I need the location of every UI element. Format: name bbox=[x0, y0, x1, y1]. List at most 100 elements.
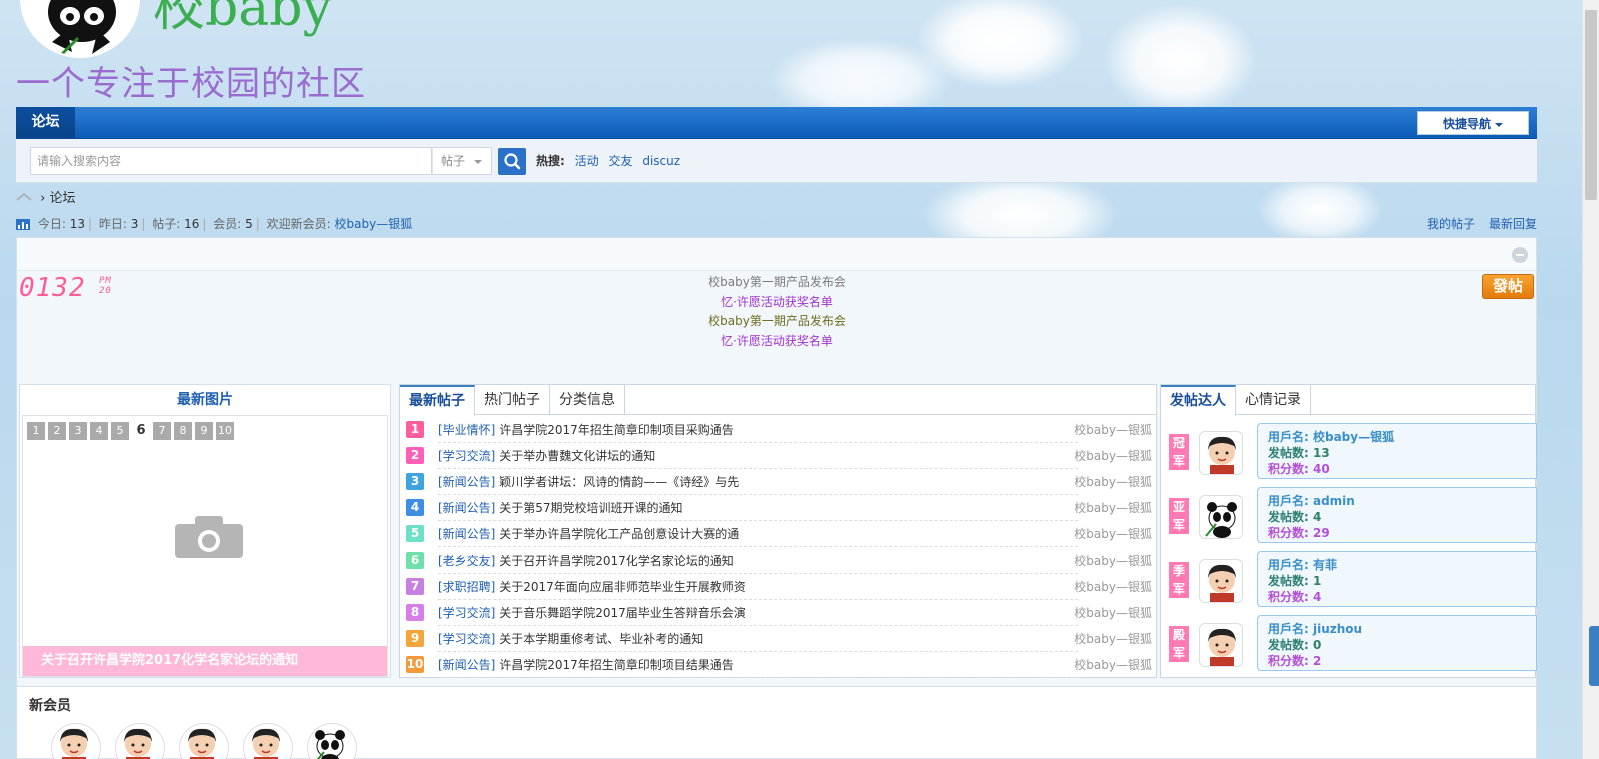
caret-down-icon bbox=[474, 160, 482, 164]
search-type-select[interactable]: 帖子 bbox=[432, 147, 492, 175]
slide-page-10[interactable]: 10 bbox=[216, 422, 234, 440]
new-member-avatar[interactable] bbox=[51, 723, 101, 759]
post-row[interactable]: 1 [毕业情怀] 许昌学院2017年招生简章印制项目采购通告 校baby—银狐 bbox=[400, 418, 1156, 444]
post-title-link[interactable]: 颖川学者讲坛：风诗的情韵——《诗经》与先 bbox=[495, 475, 739, 489]
poster-post-count-label: 发帖数: bbox=[1268, 574, 1309, 588]
post-category-link[interactable]: [新闻公告] bbox=[438, 658, 495, 672]
ticker-item[interactable]: 校baby第一期产品发布会 bbox=[577, 273, 977, 293]
avatar[interactable] bbox=[1199, 431, 1243, 475]
side-feedback-tab[interactable] bbox=[1589, 626, 1599, 686]
search-input[interactable]: 请输入搜索内容 bbox=[30, 147, 432, 175]
post-category-link[interactable]: [老乡交友] bbox=[438, 554, 495, 568]
post-title-link[interactable]: 关于2017年面向应届非师范毕业生开展教师资 bbox=[495, 580, 746, 594]
logo-panda-icon[interactable] bbox=[20, 0, 140, 58]
post-row[interactable]: 4 [新闻公告] 关于第57期党校培训班开课的通知 校baby—银狐 bbox=[400, 496, 1156, 522]
post-category-link[interactable]: [新闻公告] bbox=[438, 501, 495, 515]
post-category-link[interactable]: [学习交流] bbox=[438, 632, 495, 646]
post-title-link[interactable]: 关于本学期重修考试、毕业补考的通知 bbox=[495, 632, 703, 646]
post-title-link[interactable]: 关于举办许昌学院化工产品创意设计大赛的通 bbox=[495, 527, 739, 541]
post-row[interactable]: 3 [新闻公告] 颖川学者讲坛：风诗的情韵——《诗经》与先 校baby—银狐 bbox=[400, 470, 1156, 496]
hot-tag-friends[interactable]: 交友 bbox=[608, 154, 632, 168]
poster-score: 29 bbox=[1308, 526, 1330, 540]
new-member-avatar[interactable] bbox=[307, 723, 357, 759]
breadcrumb-current[interactable]: 论坛 bbox=[49, 191, 75, 206]
post-author-link[interactable]: 校baby—银狐 bbox=[1074, 601, 1152, 626]
post-row[interactable]: 2 [学习交流] 关于举办曹魏文化讲坛的通知 校baby—银狐 bbox=[400, 444, 1156, 470]
post-author-link[interactable]: 校baby—银狐 bbox=[1074, 653, 1152, 678]
post-title-link[interactable]: 许昌学院2017年招生简章印制项目采购通告 bbox=[495, 423, 734, 437]
ticker-item[interactable]: 忆·许愿活动获奖名单 bbox=[577, 293, 977, 313]
post-category-link[interactable]: [学习交流] bbox=[438, 606, 495, 620]
site-slogan: 一个专注于校园的社区 bbox=[16, 64, 366, 104]
collapse-icon[interactable] bbox=[1512, 247, 1528, 263]
slide-page-4[interactable]: 4 bbox=[90, 422, 108, 440]
hot-tag-activity[interactable]: 活动 bbox=[575, 154, 599, 168]
avatar[interactable] bbox=[1199, 559, 1243, 603]
post-category-link[interactable]: [新闻公告] bbox=[438, 475, 495, 489]
slide-page-8[interactable]: 8 bbox=[174, 422, 192, 440]
newest-member-link[interactable]: 校baby—银狐 bbox=[335, 217, 413, 231]
ticker-item[interactable]: 校baby第一期产品发布会 bbox=[577, 312, 977, 332]
slide-page-5[interactable]: 5 bbox=[111, 422, 129, 440]
post-title-link[interactable]: 关于第57期党校培训班开课的通知 bbox=[495, 501, 682, 515]
post-category-link[interactable]: [毕业情怀] bbox=[438, 423, 495, 437]
poster-username[interactable]: jiuzhou bbox=[1309, 622, 1362, 636]
post-author-link[interactable]: 校baby—银狐 bbox=[1074, 444, 1152, 469]
post-author-link[interactable]: 校baby—银狐 bbox=[1074, 470, 1152, 495]
search-button[interactable] bbox=[498, 148, 526, 175]
post-author-link[interactable]: 校baby—银狐 bbox=[1074, 549, 1152, 574]
slide-page-2[interactable]: 2 bbox=[48, 422, 66, 440]
post-row[interactable]: 8 [学习交流] 关于音乐舞蹈学院2017届毕业生答辩音乐会演 校baby—银狐 bbox=[400, 601, 1156, 627]
poster-post-count-line: 发帖数: 13 bbox=[1268, 445, 1526, 461]
hot-tag-discuz[interactable]: discuz bbox=[642, 154, 680, 168]
post-category-link[interactable]: [求职招聘] bbox=[438, 580, 495, 594]
post-author-link[interactable]: 校baby—银狐 bbox=[1074, 627, 1152, 652]
tab-latest-posts[interactable]: 最新帖子 bbox=[400, 385, 475, 416]
latest-reply-link[interactable]: 最新回复 bbox=[1489, 217, 1537, 231]
nav-forum[interactable]: 论坛 bbox=[16, 107, 75, 138]
tab-top-posters[interactable]: 发帖达人 bbox=[1161, 385, 1236, 416]
avatar[interactable] bbox=[1199, 623, 1243, 667]
ticker-item[interactable]: 忆·许愿活动获奖名单 bbox=[577, 332, 977, 352]
post-row[interactable]: 5 [新闻公告] 关于举办许昌学院化工产品创意设计大赛的通 校baby—银狐 bbox=[400, 522, 1156, 548]
post-title-link[interactable]: 关于举办曹魏文化讲坛的通知 bbox=[495, 449, 655, 463]
post-title-link[interactable]: 关于召开许昌学院2017化学名家论坛的通知 bbox=[495, 554, 734, 568]
slide-page-6[interactable]: 6 bbox=[132, 422, 150, 440]
new-post-button[interactable]: 發帖 bbox=[1482, 274, 1534, 299]
post-category-link[interactable]: [学习交流] bbox=[438, 449, 495, 463]
my-posts-link[interactable]: 我的帖子 bbox=[1427, 217, 1475, 231]
post-title-link[interactable]: 关于音乐舞蹈学院2017届毕业生答辩音乐会演 bbox=[495, 606, 746, 620]
slide-page-9[interactable]: 9 bbox=[195, 422, 213, 440]
post-title-link[interactable]: 许昌学院2017年招生简章印制项目结果通告 bbox=[495, 658, 734, 672]
post-row[interactable]: 9 [学习交流] 关于本学期重修考试、毕业补考的通知 校baby—银狐 bbox=[400, 627, 1156, 653]
post-author-link[interactable]: 校baby—银狐 bbox=[1074, 522, 1152, 547]
tab-mood-records[interactable]: 心情记录 bbox=[1236, 385, 1311, 415]
new-member-avatar[interactable] bbox=[179, 723, 229, 759]
slide-page-7[interactable]: 7 bbox=[153, 422, 171, 440]
poster-username[interactable]: 有菲 bbox=[1309, 558, 1337, 572]
post-author-link[interactable]: 校baby—银狐 bbox=[1074, 575, 1152, 600]
picture-caption[interactable]: 关于召开许昌学院2017化学名家论坛的通知 bbox=[23, 646, 387, 676]
scrollbar-thumb[interactable] bbox=[1585, 10, 1597, 200]
home-icon[interactable] bbox=[16, 192, 32, 205]
post-row[interactable]: 6 [老乡交友] 关于召开许昌学院2017化学名家论坛的通知 校baby—银狐 bbox=[400, 549, 1156, 575]
post-category-link[interactable]: [新闻公告] bbox=[438, 527, 495, 541]
post-author-link[interactable]: 校baby—银狐 bbox=[1074, 496, 1152, 521]
tab-hot-posts[interactable]: 热门帖子 bbox=[475, 385, 550, 415]
new-member-avatar[interactable] bbox=[115, 723, 165, 759]
new-member-avatar[interactable] bbox=[243, 723, 293, 759]
quick-nav-button[interactable]: 快捷导航 bbox=[1417, 111, 1529, 135]
avatar[interactable] bbox=[1199, 495, 1243, 539]
picture-slideshow[interactable]: 1 2 3 4 5 6 7 8 9 10 关于召开许昌学院2017化学名家论坛的通知 bbox=[22, 415, 388, 677]
post-author-link[interactable]: 校baby—银狐 bbox=[1074, 418, 1152, 443]
poster-score: 4 bbox=[1308, 590, 1322, 604]
slide-page-3[interactable]: 3 bbox=[69, 422, 87, 440]
post-row[interactable]: 7 [求职招聘] 关于2017年面向应届非师范毕业生开展教师资 校baby—银狐 bbox=[400, 575, 1156, 601]
site-logo-text[interactable]: 校baby bbox=[153, 0, 332, 38]
slide-page-1[interactable]: 1 bbox=[27, 422, 45, 440]
poster-username[interactable]: admin bbox=[1309, 494, 1355, 508]
main-panel: 0132 PM 20 校baby第一期产品发布会 忆·许愿活动获奖名单 校baby… bbox=[16, 237, 1537, 687]
post-row[interactable]: 10 [新闻公告] 许昌学院2017年招生简章印制项目结果通告 校baby—银狐 bbox=[400, 653, 1156, 679]
poster-username[interactable]: 校baby—银狐 bbox=[1309, 430, 1394, 444]
tab-category-info[interactable]: 分类信息 bbox=[550, 385, 625, 415]
